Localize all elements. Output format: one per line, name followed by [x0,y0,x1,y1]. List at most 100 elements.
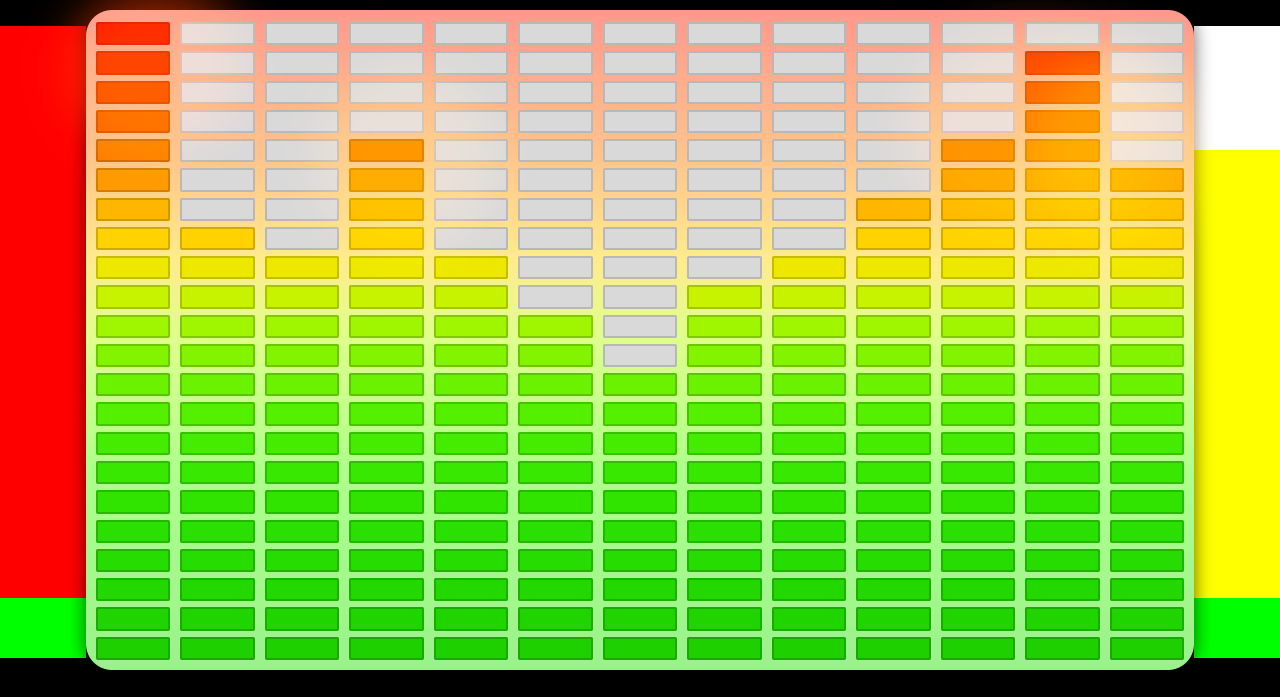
equalizer-cell [941,315,1015,338]
equalizer-cell [1110,490,1184,513]
equalizer-cell [518,227,592,250]
equalizer-cell [518,22,592,45]
equalizer-cell [265,22,339,45]
equalizer-cell [434,22,508,45]
equalizer-cell [349,110,423,133]
equalizer-cell [434,315,508,338]
equalizer-cell [349,198,423,221]
equalizer-cell [603,139,677,162]
equalizer-cell [1110,22,1184,45]
equalizer-cell [1025,549,1099,572]
equalizer-cell [434,285,508,308]
equalizer-cell [687,490,761,513]
equalizer-column[interactable] [603,22,677,660]
equalizer-column[interactable] [856,22,930,660]
equalizer-cell [1025,139,1099,162]
equalizer-column[interactable] [941,22,1015,660]
equalizer-cell [265,198,339,221]
equalizer-cell [518,110,592,133]
equalizer-column[interactable] [96,22,170,660]
equalizer-cell [518,168,592,191]
equalizer-cell [265,285,339,308]
equalizer-panel [86,10,1194,670]
equalizer-cell [856,549,930,572]
equalizer-column[interactable] [518,22,592,660]
equalizer-cell [434,139,508,162]
equalizer-cell [180,315,254,338]
equalizer-cell [856,22,930,45]
equalizer-cell [603,256,677,279]
equalizer-cell [265,256,339,279]
equalizer-cell [687,227,761,250]
equalizer-cell [941,578,1015,601]
equalizer-cell [856,520,930,543]
equalizer-cell [96,373,170,396]
equalizer-cell [687,256,761,279]
equalizer-cell [687,344,761,367]
equalizer-cell [687,373,761,396]
equalizer-cell [941,520,1015,543]
equalizer-cell [603,520,677,543]
equalizer-column[interactable] [180,22,254,660]
equalizer-cell [518,637,592,660]
equalizer-cell [265,578,339,601]
equalizer-cell [1025,637,1099,660]
equalizer-cell [1025,578,1099,601]
equalizer-cell [518,373,592,396]
equalizer-cell [349,315,423,338]
equalizer-cell [1025,344,1099,367]
equalizer-cell [265,373,339,396]
equalizer-cell [1025,490,1099,513]
right-strip-green [1194,598,1280,658]
equalizer-cell [1025,81,1099,104]
equalizer-cell [772,139,846,162]
equalizer-cell [941,461,1015,484]
equalizer-cell [1025,373,1099,396]
equalizer-cell [603,285,677,308]
equalizer-column[interactable] [772,22,846,660]
equalizer-cell [265,549,339,572]
equalizer-cell [941,256,1015,279]
equalizer-column[interactable] [687,22,761,660]
equalizer-cell [96,227,170,250]
equalizer-cell [856,373,930,396]
equalizer-cell [687,51,761,74]
equalizer-column[interactable] [434,22,508,660]
equalizer-cell [856,256,930,279]
equalizer-cell [434,432,508,455]
equalizer-cell [856,461,930,484]
equalizer-cell [603,402,677,425]
equalizer-column[interactable] [1110,22,1184,660]
equalizer-cell [96,198,170,221]
equalizer-cell [772,549,846,572]
equalizer-cell [180,51,254,74]
equalizer-cell [1110,461,1184,484]
equalizer-cell [265,51,339,74]
equalizer-cell [518,285,592,308]
equalizer-column[interactable] [265,22,339,660]
equalizer-cell [349,607,423,630]
left-strip-green [0,598,86,658]
equalizer-cell [518,198,592,221]
equalizer-cell [1025,227,1099,250]
equalizer-cell [349,578,423,601]
equalizer-cell [941,344,1015,367]
equalizer-column[interactable] [349,22,423,660]
equalizer-cell [265,344,339,367]
equalizer-cell [518,549,592,572]
equalizer-cell [941,22,1015,45]
equalizer-cell [856,637,930,660]
equalizer-cell [1110,227,1184,250]
equalizer-cell [518,344,592,367]
equalizer-cell [1025,22,1099,45]
equalizer-cell [518,520,592,543]
equalizer-cell [434,81,508,104]
equalizer-cell [687,578,761,601]
equalizer-cell [180,549,254,572]
equalizer-cell [349,373,423,396]
equalizer-cell [772,227,846,250]
equalizer-column[interactable] [1025,22,1099,660]
equalizer-cell [1110,285,1184,308]
equalizer-cell [96,607,170,630]
equalizer-cell [687,549,761,572]
